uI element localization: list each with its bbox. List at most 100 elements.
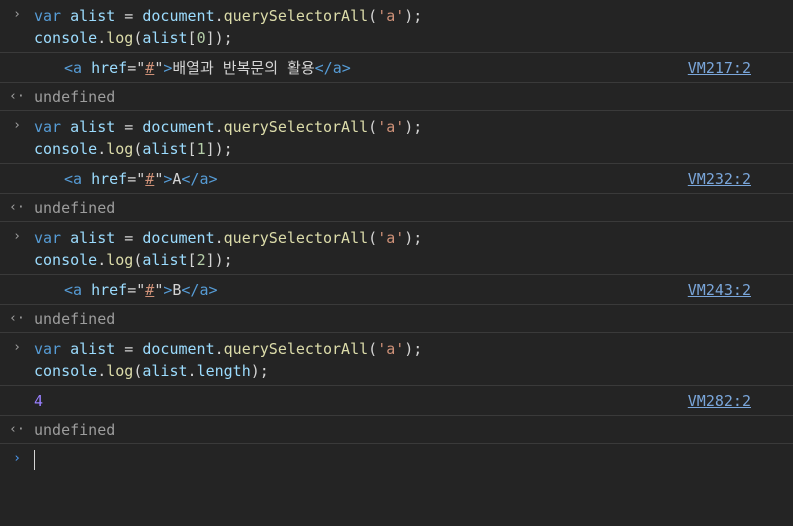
source-link[interactable]: VM217:2 <box>688 57 751 79</box>
operator: = <box>115 118 143 136</box>
dot: . <box>214 340 224 358</box>
dot: . <box>214 118 224 136</box>
quote: " <box>154 281 164 299</box>
tag-name: a <box>73 281 83 299</box>
attribute-name: href <box>91 170 128 188</box>
console-log-output[interactable]: <a href="#">배열과 반복문의 활용</a> VM217:2 <box>0 53 793 83</box>
variable: alist <box>70 118 116 136</box>
console-input-entry[interactable]: › var alist = document.querySelectorAll(… <box>0 222 793 275</box>
paren: ); <box>404 7 423 25</box>
variable: alist <box>142 140 188 158</box>
paren: ); <box>404 118 423 136</box>
keyword: var <box>34 7 62 25</box>
console-input-entry[interactable]: › var alist = document.querySelectorAll(… <box>0 0 793 53</box>
devtools-console[interactable]: › var alist = document.querySelectorAll(… <box>0 0 793 526</box>
attribute-name: href <box>91 59 128 77</box>
method: querySelectorAll <box>223 340 369 358</box>
code-line: var alist = document.querySelectorAll('a… <box>34 338 783 360</box>
console-result-entry: ‹· undefined <box>0 194 793 222</box>
variable: alist <box>70 229 116 247</box>
paren: ); <box>214 251 233 269</box>
operator: = <box>115 229 143 247</box>
paren: ( <box>368 7 378 25</box>
property: length <box>196 362 251 380</box>
console-result-entry: ‹· undefined <box>0 416 793 444</box>
console-input-entry[interactable]: › var alist = document.querySelectorAll(… <box>0 333 793 386</box>
element-node[interactable]: <a href="#">B</a> <box>34 279 783 301</box>
dot: . <box>97 140 107 158</box>
element-text: 배열과 반복문의 활용 <box>172 59 315 77</box>
bracket: ] <box>205 29 215 47</box>
tag-bracket: < <box>64 281 74 299</box>
code-line: var alist = document.querySelectorAll('a… <box>34 116 783 138</box>
prompt-chevron-icon: › <box>13 7 21 22</box>
console-log-output[interactable]: <a href="#">B</a> VM243:2 <box>0 275 793 305</box>
paren: ( <box>368 340 378 358</box>
dot: . <box>214 7 224 25</box>
object: document <box>142 229 215 247</box>
paren: ); <box>214 140 233 158</box>
paren: ); <box>404 229 423 247</box>
object: console <box>34 251 98 269</box>
variable: alist <box>142 29 188 47</box>
console-prompt[interactable]: › <box>0 444 793 473</box>
code-line: console.log(alist[0]); <box>34 27 783 49</box>
index-literal: 1 <box>196 140 206 158</box>
bracket: ] <box>205 251 215 269</box>
source-link[interactable]: VM282:2 <box>688 390 751 412</box>
bracket: [ <box>187 140 197 158</box>
method: querySelectorAll <box>223 7 369 25</box>
attribute-value-link[interactable]: # <box>145 59 154 77</box>
variable: alist <box>70 7 116 25</box>
result-value: undefined <box>34 421 116 439</box>
console-log-output[interactable]: 4 VM282:2 <box>0 386 793 416</box>
prompt-chevron-icon: › <box>13 118 21 133</box>
code-line: console.log(alist[1]); <box>34 138 783 160</box>
text-cursor <box>34 449 35 470</box>
object: console <box>34 140 98 158</box>
string-literal: 'a' <box>377 118 405 136</box>
variable: alist <box>70 340 116 358</box>
console-input-entry[interactable]: › var alist = document.querySelectorAll(… <box>0 111 793 164</box>
element-node[interactable]: <a href="#">A</a> <box>34 168 783 190</box>
attribute-name: href <box>91 281 128 299</box>
return-arrow-icon: ‹· <box>9 422 25 437</box>
variable: alist <box>142 362 188 380</box>
bracket: ] <box>205 140 215 158</box>
console-result-entry: ‹· undefined <box>0 305 793 333</box>
active-prompt-chevron-icon: › <box>13 451 21 466</box>
console-input-field[interactable] <box>34 448 783 470</box>
operator: = <box>115 7 143 25</box>
attribute-value-link[interactable]: # <box>145 281 154 299</box>
result-value: undefined <box>34 88 116 106</box>
source-link[interactable]: VM232:2 <box>688 168 751 190</box>
dot: . <box>97 29 107 47</box>
keyword: var <box>34 229 62 247</box>
variable: alist <box>142 251 188 269</box>
number-output: 4 <box>34 392 44 410</box>
attribute-eq: =" <box>127 170 146 188</box>
object: document <box>142 340 215 358</box>
string-literal: 'a' <box>377 7 405 25</box>
quote: " <box>154 59 164 77</box>
dot: . <box>97 251 107 269</box>
dot: . <box>214 229 224 247</box>
element-node[interactable]: <a href="#">배열과 반복문의 활용</a> <box>34 57 783 79</box>
code-line: var alist = document.querySelectorAll('a… <box>34 227 783 249</box>
string-literal: 'a' <box>377 229 405 247</box>
return-arrow-icon: ‹· <box>9 311 25 326</box>
console-log-output[interactable]: <a href="#">A</a> VM232:2 <box>0 164 793 194</box>
bracket: [ <box>187 251 197 269</box>
keyword: var <box>34 340 62 358</box>
paren: ( <box>368 118 378 136</box>
method: log <box>106 251 134 269</box>
tag-bracket: < <box>64 59 74 77</box>
method: querySelectorAll <box>223 229 369 247</box>
method: log <box>106 362 134 380</box>
console-result-entry: ‹· undefined <box>0 83 793 111</box>
source-link[interactable]: VM243:2 <box>688 279 751 301</box>
attribute-value-link[interactable]: # <box>145 170 154 188</box>
attribute-eq: =" <box>127 59 146 77</box>
